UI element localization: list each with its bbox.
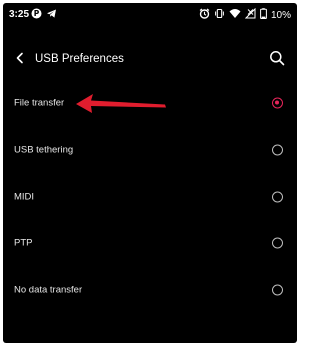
status-right-icons: 10% (199, 7, 291, 22)
option-file-transfer[interactable]: File transfer (3, 81, 297, 125)
status-bar: 3:25 P 10% (3, 3, 297, 27)
back-arrow-icon (15, 51, 25, 69)
radio-button[interactable] (272, 284, 283, 296)
wifi-icon (229, 8, 241, 22)
option-label: MIDI (14, 191, 35, 203)
radio-button[interactable] (272, 144, 283, 156)
status-time: 3:25 (9, 9, 30, 20)
no-signal-icon (244, 7, 256, 22)
option-label: USB tethering (14, 144, 74, 156)
app-header: USB Preferences (3, 43, 297, 77)
battery-percent: 10% (270, 9, 291, 21)
option-label: No data transfer (14, 284, 83, 296)
vibrate-icon (214, 8, 225, 22)
search-icon (269, 50, 285, 71)
telegram-icon (46, 8, 57, 22)
battery-icon (260, 8, 267, 22)
phone-screen: 3:25 P 10% USB Preferences File transfer… (3, 3, 297, 343)
radio-button-selected[interactable] (272, 97, 283, 109)
radio-button[interactable] (272, 191, 283, 203)
alarm-icon (199, 8, 210, 22)
back-button[interactable] (11, 51, 29, 69)
status-left-icons: P (31, 8, 57, 22)
p-app-icon: P (31, 8, 42, 22)
option-midi[interactable]: MIDI (3, 175, 297, 219)
option-label: File transfer (14, 97, 65, 109)
option-usb-tethering[interactable]: USB tethering (3, 128, 297, 172)
option-ptp[interactable]: PTP (3, 221, 297, 265)
search-button[interactable] (267, 50, 287, 70)
svg-text:P: P (34, 9, 40, 18)
page-title: USB Preferences (35, 53, 124, 65)
option-label: PTP (14, 237, 33, 249)
radio-button[interactable] (272, 237, 283, 249)
option-no-data-transfer[interactable]: No data transfer (3, 268, 297, 312)
